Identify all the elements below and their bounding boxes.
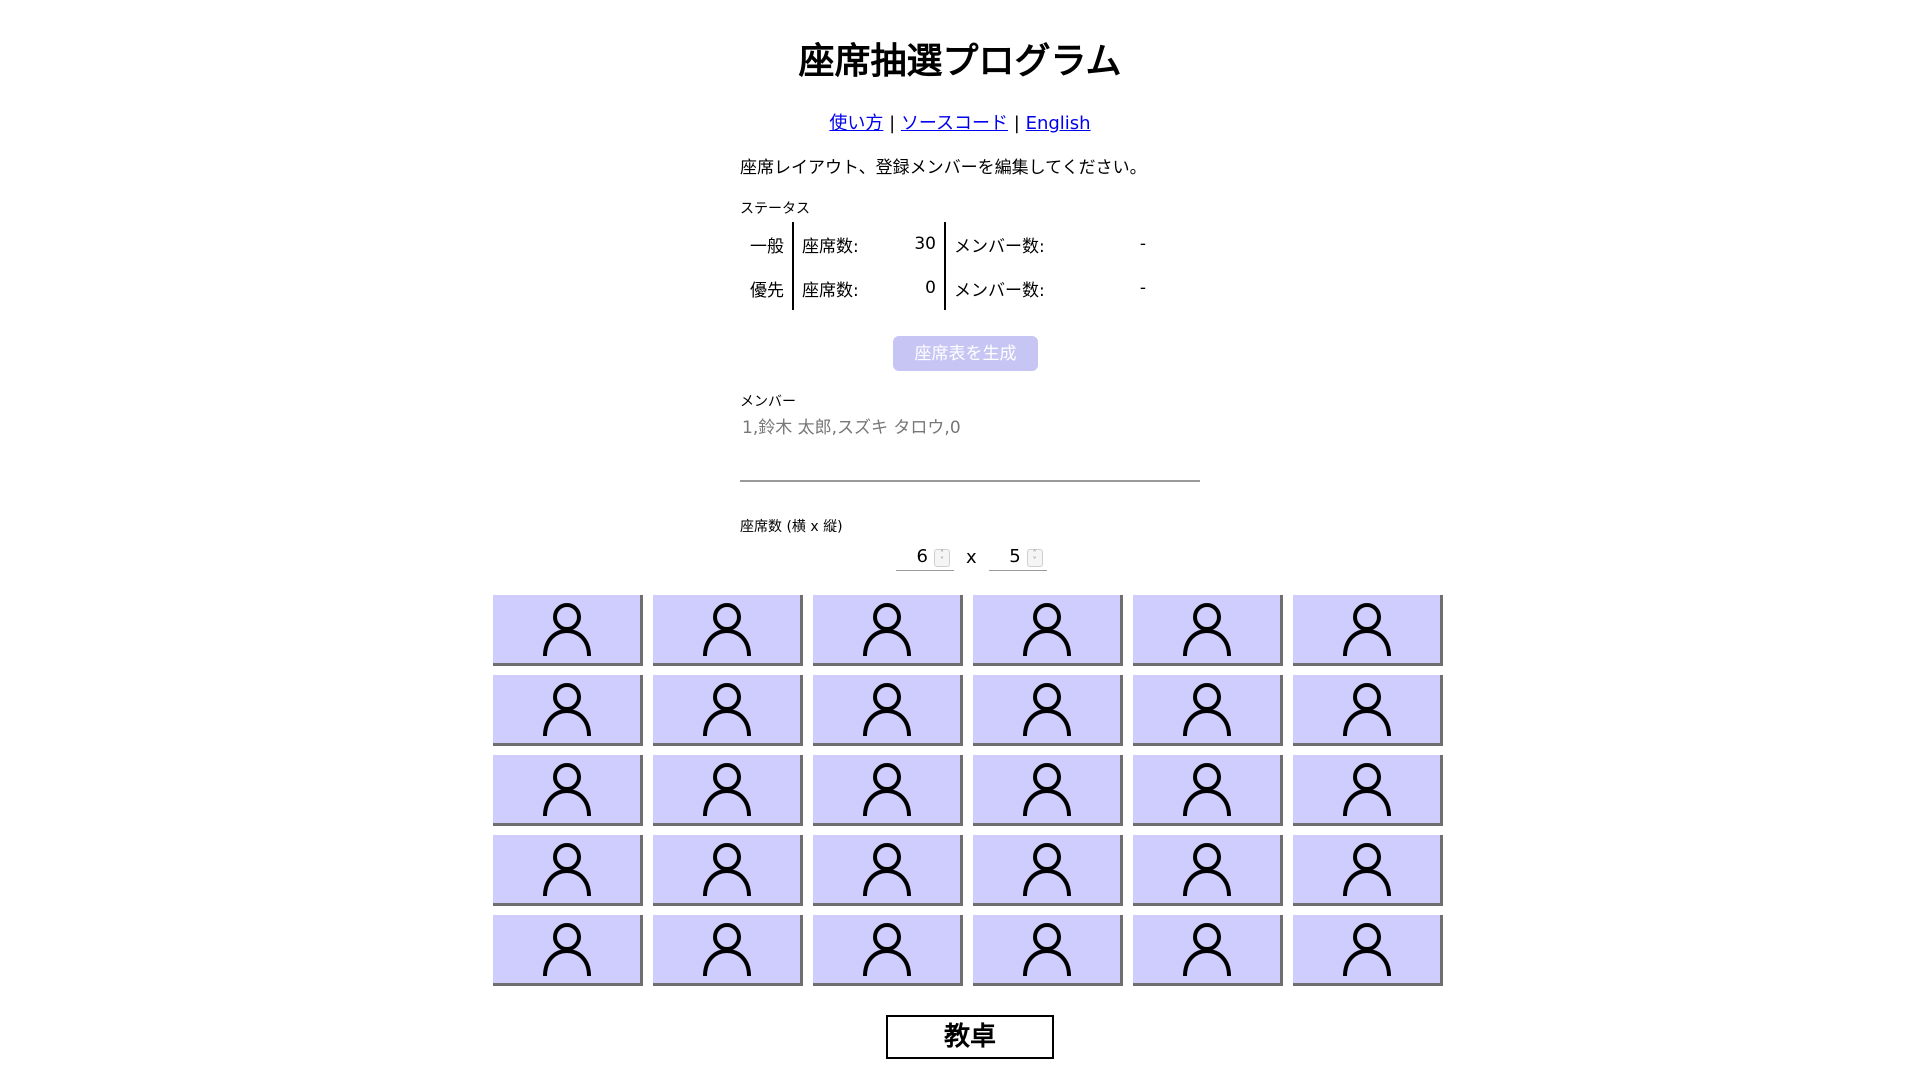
person-icon (1022, 763, 1071, 817)
seat[interactable] (973, 595, 1123, 666)
columns-stepper[interactable]: 6 ˄ ˅ (896, 544, 954, 571)
seats-label: 座席数: (802, 280, 859, 301)
seat[interactable] (1133, 675, 1283, 746)
seat[interactable] (1133, 915, 1283, 986)
seat[interactable] (653, 755, 803, 826)
person-icon (1182, 763, 1231, 817)
seat[interactable] (813, 675, 963, 746)
seat[interactable] (813, 915, 963, 986)
spinner-icon[interactable]: ˄ ˅ (934, 548, 950, 567)
members-count-label: メンバー数: (954, 280, 1045, 301)
seat[interactable] (493, 835, 643, 906)
person-icon (1022, 603, 1071, 657)
seats-label: 座席数: (802, 236, 859, 257)
seat-size-controls: 6 ˄ ˅ x 5 ˄ ˅ (896, 542, 1047, 572)
rows-stepper[interactable]: 5 ˄ ˅ (988, 544, 1047, 571)
link-separator: | (889, 113, 896, 134)
main-content: 座席レイアウト、登録メンバーを編集してください。 ステータス 一般 座席数: 30 メ… (740, 156, 1200, 571)
seat[interactable] (1293, 675, 1443, 746)
instruction-text: 座席レイアウト、登録メンバーを編集してください。 (740, 158, 1147, 178)
person-icon (702, 763, 751, 817)
columns-value: 6 (916, 546, 928, 567)
status-category: 一般 (740, 222, 794, 266)
times-sign: x (966, 546, 977, 568)
person-icon (1342, 923, 1391, 977)
members-count-label: メンバー数: (954, 236, 1045, 257)
seats-value: 30 (880, 222, 946, 266)
person-icon (862, 603, 911, 657)
person-icon (1182, 843, 1231, 897)
english-link[interactable]: English (1026, 113, 1091, 134)
members-count-value: - (1139, 278, 1146, 298)
seat[interactable] (973, 915, 1123, 986)
seat[interactable] (493, 675, 643, 746)
person-icon (1182, 683, 1231, 737)
seat[interactable] (653, 835, 803, 906)
seat[interactable] (973, 675, 1123, 746)
members-label: メンバー (740, 394, 796, 410)
person-icon (862, 763, 911, 817)
status-label: ステータス (740, 201, 810, 217)
seat[interactable] (1133, 595, 1283, 666)
seat[interactable] (813, 755, 963, 826)
seat[interactable] (1293, 835, 1443, 906)
person-icon (702, 843, 751, 897)
person-icon (1182, 923, 1231, 977)
person-icon (1342, 683, 1391, 737)
person-icon (1342, 763, 1391, 817)
members-input[interactable] (740, 414, 1200, 482)
person-icon (862, 683, 911, 737)
status-category: 優先 (740, 266, 794, 310)
person-icon (1022, 923, 1071, 977)
teacher-desk: 教卓 (886, 1015, 1054, 1059)
page-title: 座席抽選プログラム (798, 41, 1122, 82)
person-icon (702, 683, 751, 737)
seat[interactable] (973, 835, 1123, 906)
person-icon (702, 923, 751, 977)
person-icon (542, 923, 591, 977)
generate-seating-button[interactable]: 座席表を生成 (893, 336, 1038, 371)
seat[interactable] (1133, 835, 1283, 906)
seat[interactable] (493, 595, 643, 666)
person-icon (862, 843, 911, 897)
person-icon (1342, 603, 1391, 657)
spinner-icon[interactable]: ˄ ˅ (1026, 548, 1043, 567)
status-row: 優先 座席数: 0 メンバー数: - (740, 266, 1154, 310)
page: 座席抽選プログラム 使い方 | ソースコード | English 座席レイアウト… (0, 0, 1920, 1080)
person-icon (542, 843, 591, 897)
seat-grid (493, 595, 1453, 988)
seat[interactable] (1293, 755, 1443, 826)
source-code-link[interactable]: ソースコード (901, 113, 1008, 134)
usage-link[interactable]: 使い方 (829, 113, 883, 134)
rows-value: 5 (1009, 546, 1021, 567)
seat[interactable] (493, 755, 643, 826)
person-icon (702, 603, 751, 657)
seat[interactable] (1293, 915, 1443, 986)
link-separator: | (1013, 113, 1020, 134)
seat[interactable] (973, 755, 1123, 826)
seat[interactable] (813, 835, 963, 906)
members-count-value: - (1139, 234, 1146, 254)
seat[interactable] (653, 595, 803, 666)
seat[interactable] (813, 595, 963, 666)
person-icon (542, 603, 591, 657)
person-icon (1182, 603, 1231, 657)
person-icon (542, 683, 591, 737)
nav-links: 使い方 | ソースコード | English (0, 112, 1920, 136)
seat[interactable] (1293, 595, 1443, 666)
seat[interactable] (653, 915, 803, 986)
seats-value: 0 (880, 266, 946, 310)
person-icon (862, 923, 911, 977)
status-table: 一般 座席数: 30 メンバー数: - 優先 座席数: 0 メンバー数: - (740, 222, 1155, 310)
seat[interactable] (653, 675, 803, 746)
seat[interactable] (493, 915, 643, 986)
person-icon (542, 763, 591, 817)
person-icon (1022, 683, 1071, 737)
seat-size-label: 座席数 (横 x 縦) (740, 519, 843, 535)
person-icon (1022, 843, 1071, 897)
seat[interactable] (1133, 755, 1283, 826)
person-icon (1342, 843, 1391, 897)
status-row: 一般 座席数: 30 メンバー数: - (740, 222, 1154, 266)
